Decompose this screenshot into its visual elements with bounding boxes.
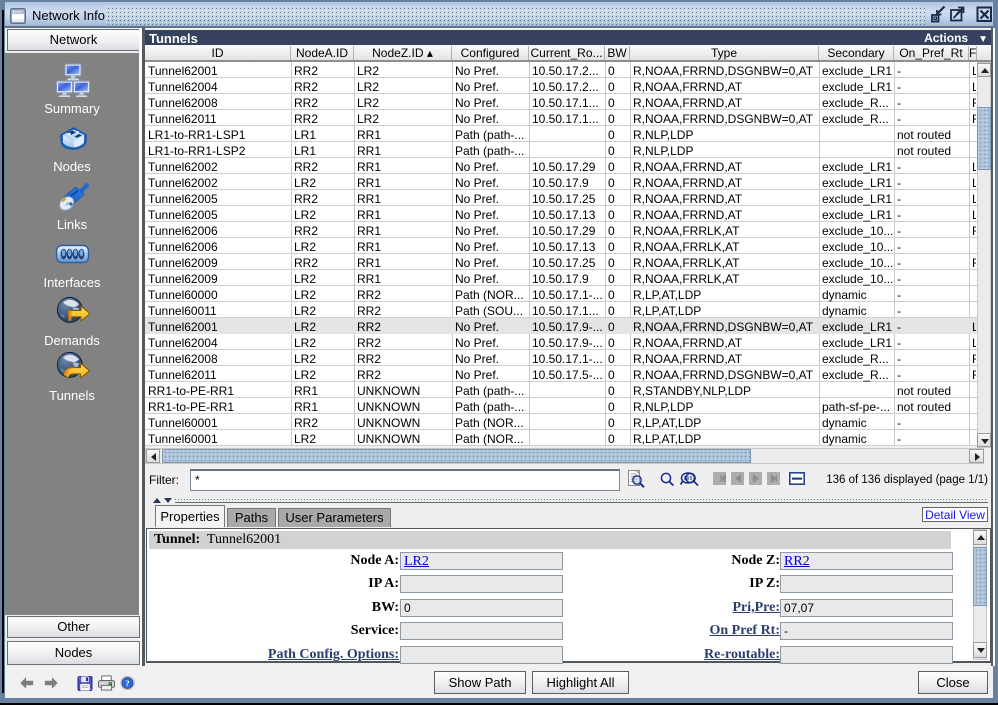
svg-text:?: ? bbox=[125, 678, 129, 688]
